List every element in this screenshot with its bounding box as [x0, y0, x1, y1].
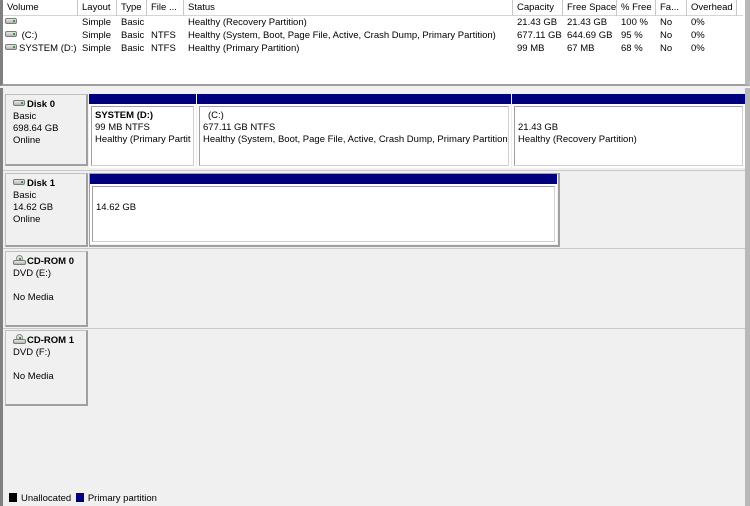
column-header-volume[interactable]: Volume	[3, 0, 78, 16]
volume-type: Basic	[121, 43, 145, 54]
volume-filesystem: NTFS	[151, 30, 176, 41]
column-header-pct-free[interactable]: % Free	[617, 0, 656, 16]
primary-partition-bar	[89, 94, 196, 104]
disk-type: Basic	[13, 111, 37, 122]
disk-graphical-view: Disk 0 Basic 698.64 GB Online SYSTEM (D:…	[0, 88, 750, 493]
disk-label-disk-0[interactable]: Disk 0 Basic 698.64 GB Online	[5, 94, 88, 166]
cdrom-icon	[13, 255, 26, 266]
partition-status: Healthy (Recovery Partition)	[518, 134, 637, 145]
partition-c[interactable]: (C:) 677.11 GB NTFS Healthy (System, Boo…	[197, 94, 511, 168]
disk-row-cdrom-1: CD-ROM 1 DVD (F:) No Media	[3, 328, 745, 406]
volume-list[interactable]: Volume Layout Type File ... Status Capac…	[0, 0, 750, 86]
primary-partition-swatch-icon	[75, 492, 84, 502]
volume-filesystem: NTFS	[151, 43, 176, 54]
volume-free-space: 644.69 GB	[567, 30, 613, 41]
disk-partitions-disk-0: SYSTEM (D:) 99 MB NTFS Healthy (Primary …	[89, 94, 745, 168]
disk-name: Disk 0	[27, 99, 55, 110]
volume-pct-free: 95 %	[621, 30, 643, 41]
volume-free-space: 67 MB	[567, 43, 595, 54]
disk-icon	[13, 100, 25, 107]
disk-name: Disk 1	[27, 178, 55, 189]
volume-status: Healthy (Recovery Partition)	[188, 17, 307, 28]
partition-recovery[interactable]: 21.43 GB Healthy (Recovery Partition)	[512, 94, 745, 168]
column-header-status[interactable]: Status	[184, 0, 513, 16]
column-header-free-space[interactable]: Free Space	[563, 0, 617, 16]
volume-status: Healthy (System, Boot, Page File, Active…	[188, 30, 496, 41]
volume-name: (C:)	[21, 30, 38, 41]
legend-primary-partition: Primary partition	[87, 493, 157, 504]
volume-free-space: 21.43 GB	[567, 17, 608, 28]
partition-size: 21.43 GB	[518, 122, 559, 133]
legend-unallocated: Unallocated	[21, 493, 72, 504]
partition-name: (C:)	[208, 110, 224, 121]
disk-status: Online	[13, 135, 41, 146]
volume-row[interactable]: Simple Basic Healthy (Recovery Partition…	[3, 16, 743, 29]
column-header-fault-tolerance[interactable]: Fa...	[656, 0, 687, 16]
partition-size: 14.62 GB	[96, 202, 137, 213]
volume-row[interactable]: (C:) Simple Basic NTFS Healthy (System, …	[3, 29, 743, 42]
disk-size: 698.64 GB	[13, 123, 59, 134]
disk-icon	[5, 44, 17, 51]
volume-overhead: 0%	[691, 30, 705, 41]
volume-layout: Simple	[82, 30, 112, 41]
disk-row-cdrom-0: CD-ROM 0 DVD (E:) No Media	[3, 249, 745, 327]
disk-label-cdrom-0[interactable]: CD-ROM 0 DVD (E:) No Media	[5, 251, 88, 327]
disk-type: Basic	[13, 190, 37, 201]
volume-capacity: 21.43 GB	[517, 17, 558, 28]
unallocated-swatch-icon	[9, 492, 17, 502]
disk-status: No Media	[13, 371, 54, 382]
partition-name	[518, 110, 742, 122]
disk-icon	[5, 18, 17, 25]
partition-status: Healthy (System, Boot, Page File, Active…	[203, 134, 509, 145]
volume-pct-free: 100 %	[621, 17, 648, 28]
column-header-type[interactable]: Type	[117, 0, 147, 16]
disk-partitions-disk-1: 14.62 GB	[89, 173, 560, 247]
disk-icon	[5, 31, 17, 38]
disk-type: DVD (E:)	[13, 268, 51, 279]
partition-size: 99 MB NTFS	[95, 122, 150, 133]
disk-size: 14.62 GB	[13, 202, 54, 213]
volume-list-header: Volume Layout Type File ... Status Capac…	[3, 0, 743, 16]
volume-status: Healthy (Primary Partition)	[188, 43, 300, 54]
volume-fault-tolerance: No	[660, 43, 673, 54]
volume-fault-tolerance: No	[660, 17, 673, 28]
disk-label-disk-1[interactable]: Disk 1 Basic 14.62 GB Online	[5, 173, 88, 247]
column-header-filesystem[interactable]: File ...	[147, 0, 184, 16]
disk-status: No Media	[13, 292, 54, 303]
cdrom-icon	[13, 334, 26, 345]
volume-layout: Simple	[82, 43, 112, 54]
volume-type: Basic	[121, 17, 145, 28]
disk-type: DVD (F:)	[13, 347, 51, 358]
column-header-overhead[interactable]: Overhead	[687, 0, 737, 16]
disk-name: CD-ROM 0	[27, 256, 74, 267]
volume-capacity: 677.11 GB	[517, 30, 562, 41]
disk-icon	[13, 179, 25, 186]
volume-name: SYSTEM (D:)	[19, 43, 77, 54]
volume-layout: Simple	[82, 17, 112, 28]
volume-capacity: 99 MB	[517, 43, 545, 54]
volume-pct-free: 68 %	[621, 43, 643, 54]
legend: Unallocated Primary partition	[0, 491, 750, 506]
volume-row[interactable]: SYSTEM (D:) Simple Basic NTFS Healthy (P…	[3, 42, 743, 55]
volume-type: Basic	[121, 30, 145, 41]
partition-size: 677.11 GB NTFS	[203, 122, 276, 133]
volume-overhead: 0%	[691, 43, 705, 54]
volume-overhead: 0%	[691, 17, 705, 28]
partition-system-d[interactable]: SYSTEM (D:) 99 MB NTFS Healthy (Primary …	[89, 94, 196, 168]
partition-status: Healthy (Primary Partit	[95, 134, 191, 145]
partition-name: SYSTEM (D:)	[95, 110, 154, 121]
partition-disk-1[interactable]: 14.62 GB	[90, 174, 557, 244]
disk-status: Online	[13, 214, 41, 225]
disk-label-cdrom-1[interactable]: CD-ROM 1 DVD (F:) No Media	[5, 330, 88, 406]
column-header-capacity[interactable]: Capacity	[513, 0, 563, 16]
column-header-layout[interactable]: Layout	[78, 0, 117, 16]
primary-partition-bar	[197, 94, 511, 104]
disk-row-disk-1: Disk 1 Basic 14.62 GB Online 14.62 GB	[3, 171, 745, 247]
primary-partition-bar	[90, 174, 557, 184]
disk-row-disk-0: Disk 0 Basic 698.64 GB Online SYSTEM (D:…	[3, 92, 745, 168]
volume-fault-tolerance: No	[660, 30, 673, 41]
primary-partition-bar	[512, 94, 745, 104]
disk-name: CD-ROM 1	[27, 335, 74, 346]
